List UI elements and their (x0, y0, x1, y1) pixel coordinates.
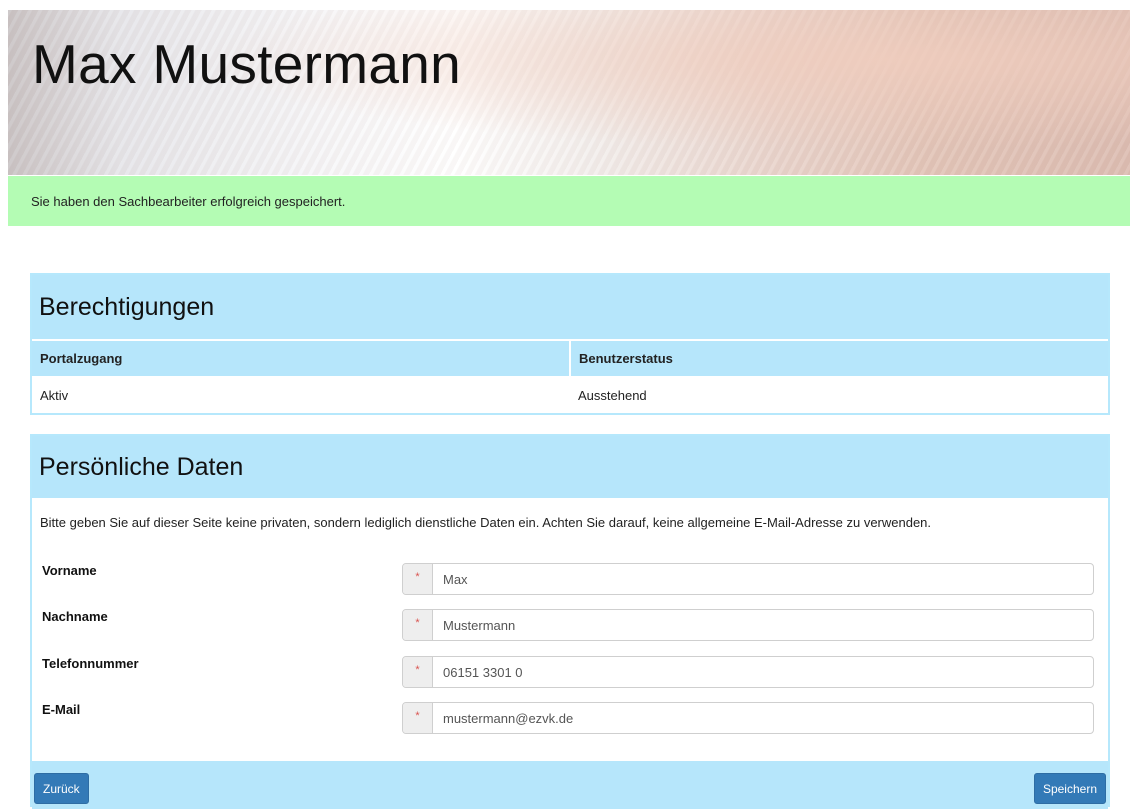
phone-input[interactable]: 06151 3301 0 (433, 657, 1093, 687)
permissions-panel: Berechtigungen Portalzugang Benutzerstat… (30, 273, 1110, 415)
table-row: Aktiv Ausstehend (32, 376, 1108, 414)
last-name-field[interactable]: * Mustermann (402, 609, 1094, 641)
alert-message: Sie haben den Sachbearbeiter erfolgreich… (31, 193, 346, 209)
personal-data-panel: Persönliche Daten Bitte geben Sie auf di… (30, 434, 1110, 809)
first-name-field[interactable]: * Max (402, 563, 1094, 595)
page-title: Max Mustermann (32, 33, 462, 95)
column-header-status: Benutzerstatus (569, 339, 1108, 376)
required-marker: * (403, 657, 433, 687)
column-header-portal: Portalzugang (32, 339, 570, 376)
table-header-row: Portalzugang Benutzerstatus (32, 339, 1108, 376)
required-marker: * (403, 564, 433, 594)
save-button[interactable]: Speichern (1033, 773, 1106, 804)
permissions-title: Berechtigungen (32, 275, 1108, 339)
back-button[interactable]: Zurück (34, 773, 89, 804)
header-banner: Max Mustermann (8, 10, 1130, 175)
user-status-value: Ausstehend (578, 387, 647, 403)
phone-field[interactable]: * 06151 3301 0 (402, 656, 1094, 688)
required-marker: * (403, 610, 433, 640)
form-row-email: E-Mail * mustermann@ezvk.de (32, 702, 1108, 736)
form-row-last-name: Nachname * Mustermann (32, 609, 1108, 643)
first-name-label: Vorname (42, 563, 97, 578)
email-field[interactable]: * mustermann@ezvk.de (402, 702, 1094, 734)
phone-label: Telefonnummer (42, 656, 139, 671)
last-name-input[interactable]: Mustermann (433, 610, 1093, 640)
privacy-note: Bitte geben Sie auf dieser Seite keine p… (40, 515, 932, 530)
portal-access-value: Aktiv (40, 387, 69, 403)
form-row-first-name: Vorname * Max (32, 563, 1108, 597)
form-row-phone: Telefonnummer * 06151 3301 0 (32, 656, 1108, 690)
personal-data-title: Persönliche Daten (32, 436, 1108, 498)
email-input[interactable]: mustermann@ezvk.de (433, 703, 1093, 733)
panel-footer: Zurück Speichern (32, 761, 1108, 809)
required-marker: * (403, 703, 433, 733)
email-label: E-Mail (42, 702, 81, 717)
success-alert: Sie haben den Sachbearbeiter erfolgreich… (8, 176, 1130, 226)
last-name-label: Nachname (42, 609, 108, 624)
permissions-table: Portalzugang Benutzerstatus Aktiv Ausste… (32, 339, 1108, 414)
first-name-input[interactable]: Max (433, 564, 1093, 594)
